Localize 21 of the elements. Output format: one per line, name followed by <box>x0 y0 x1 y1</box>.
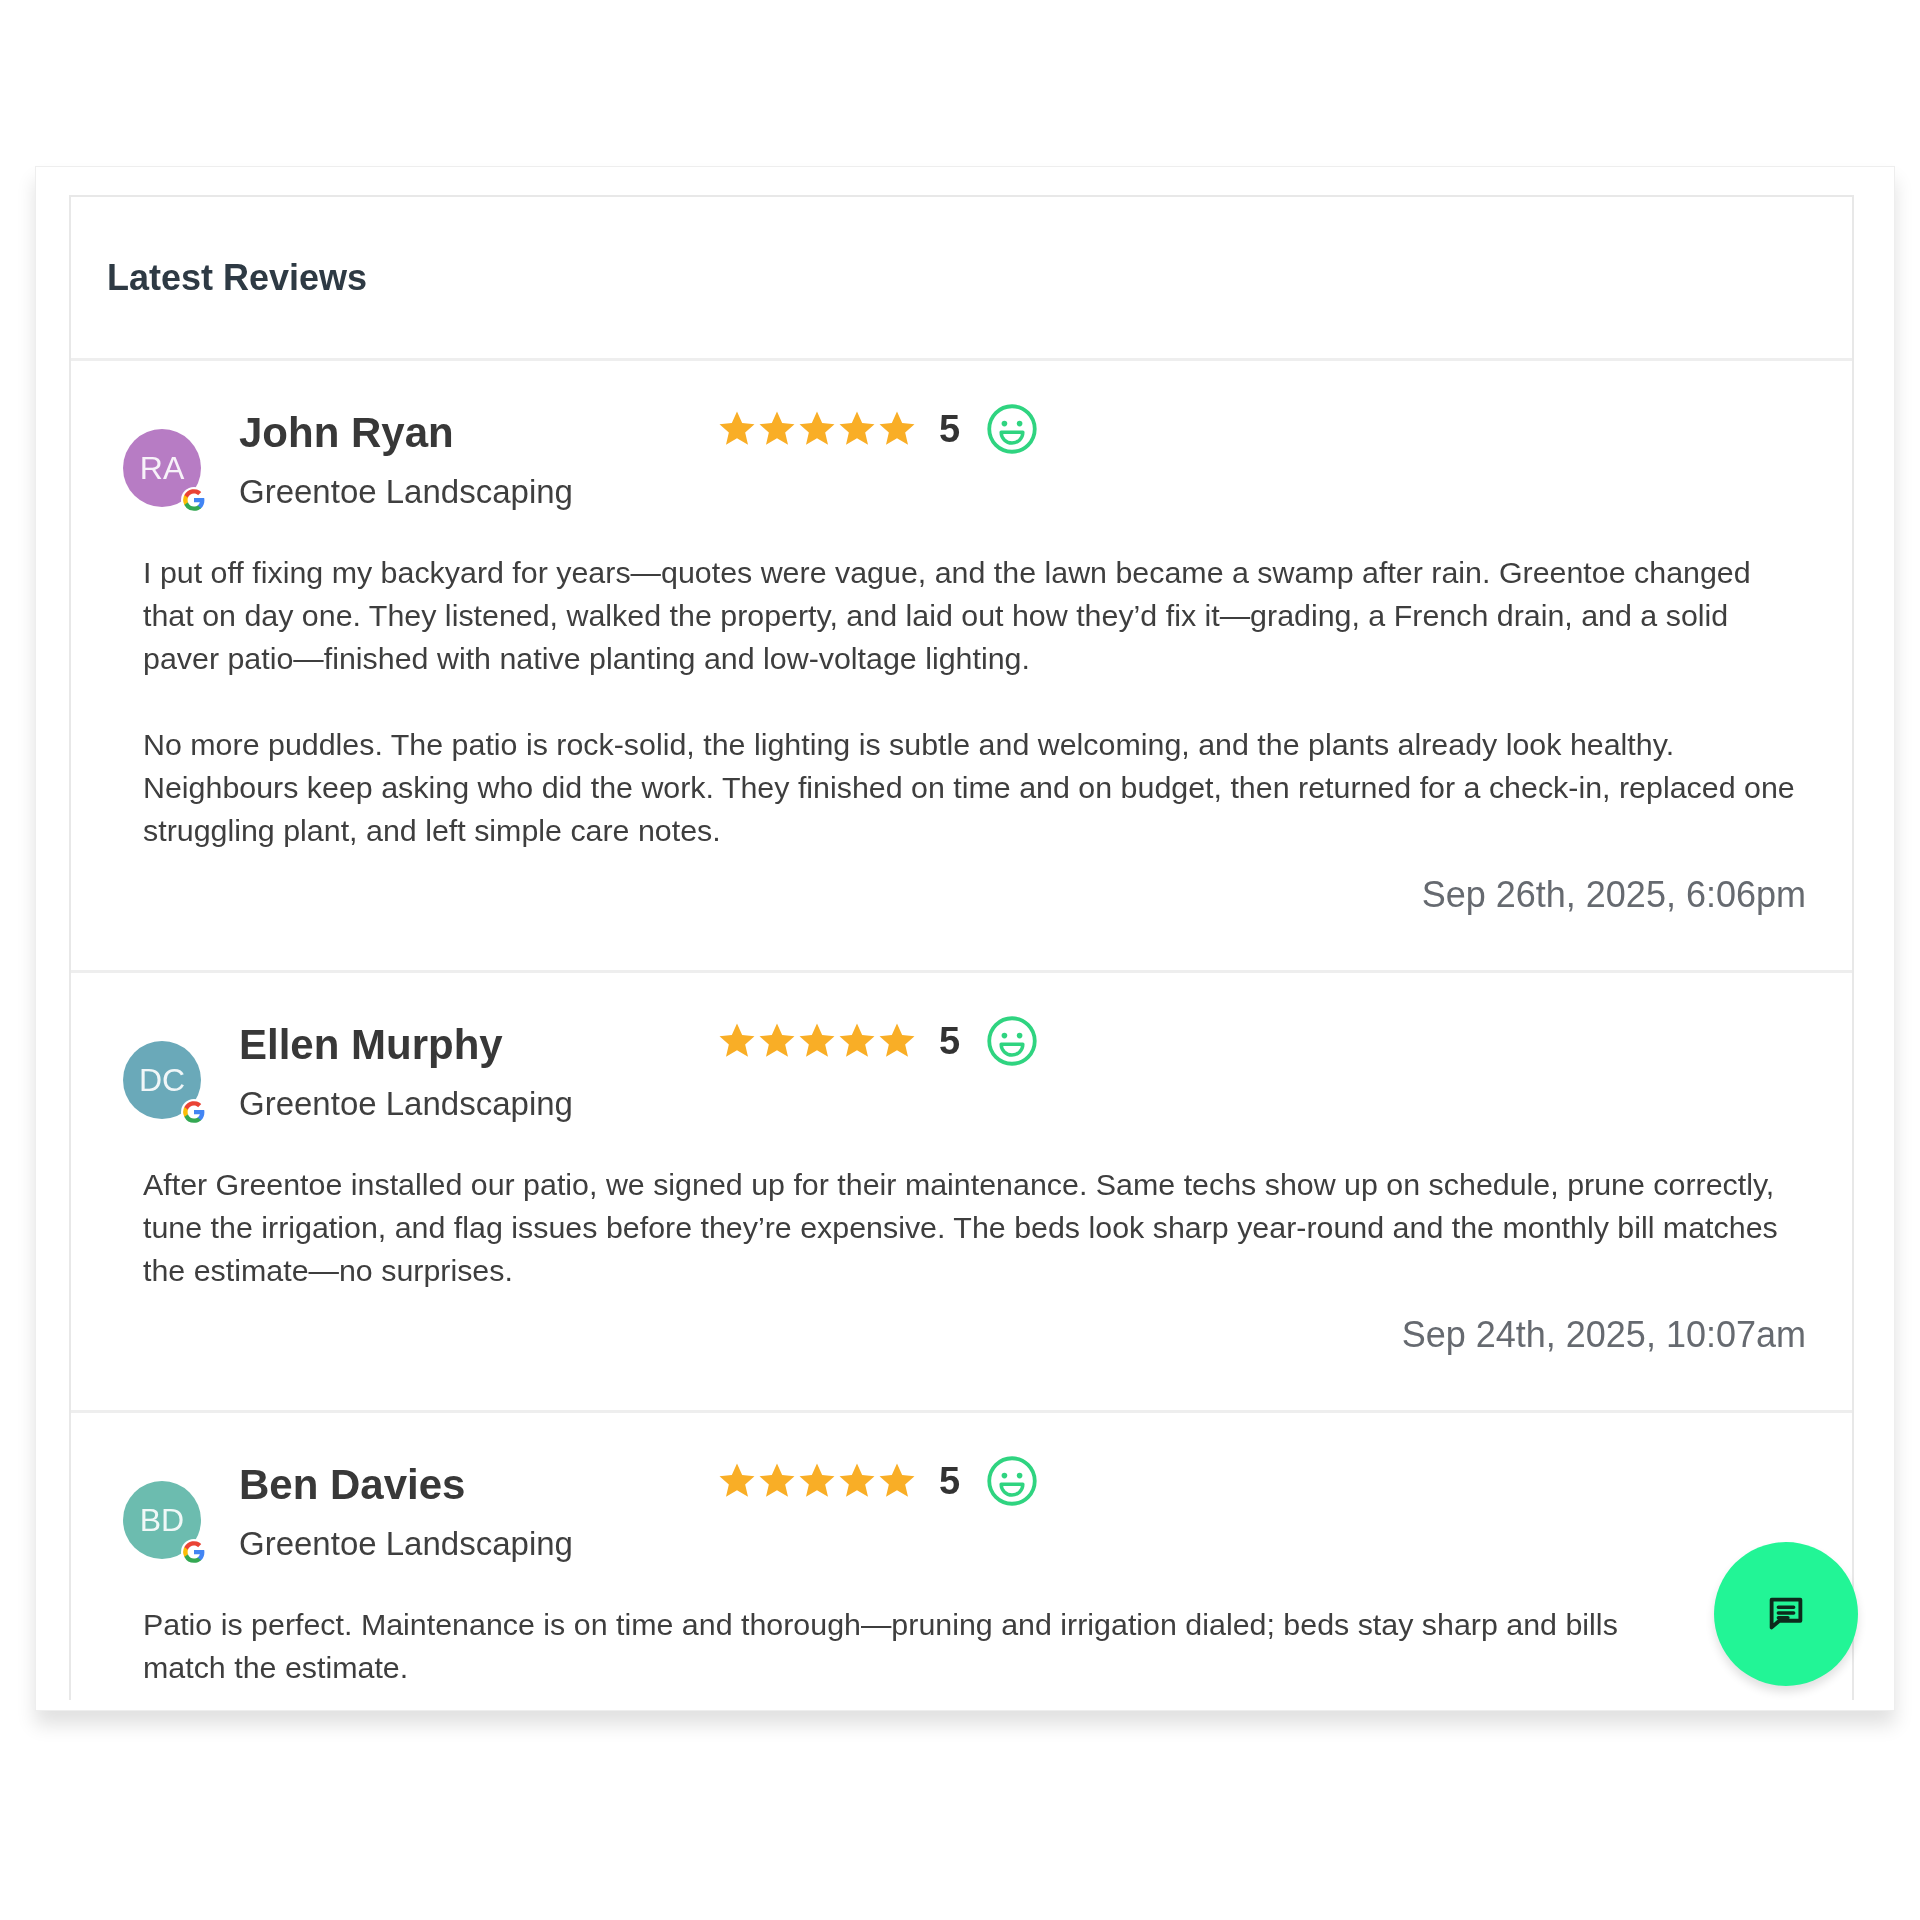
smiley-icon <box>986 403 1039 455</box>
reviewer-name: Ellen Murphy <box>239 1021 504 1069</box>
rating-score: 5 <box>939 1459 961 1503</box>
google-icon <box>181 1539 207 1565</box>
google-icon <box>181 1099 207 1125</box>
review-date: Sep 26th, 2025, 6:06pm <box>1421 874 1806 916</box>
business-name: Greentoe Landscaping <box>239 473 574 511</box>
smiley-icon <box>986 1015 1039 1067</box>
review-text: No more puddles. The patio is rock-solid, the lighting is subtle and welcoming, and the plants already look healthy. Neighbours keep asking who did the work. They finished on time and on budget, then returned for a check-in, replaced one struggling plant, and left simple care notes. <box>143 726 1796 849</box>
review-text: After Greentoe installed our patio, we signed up for their maintenance. Same techs show up on schedule, prune correctly, tune the irrigation, and flag issues before they’re expensive. The beds look sharp year-round and the monthly bill matches the estimate—no surprises. <box>143 1166 1779 1289</box>
smiley-icon <box>986 1455 1039 1507</box>
review-text: Patio is perfect. Maintenance is on time and thorough—pruning and irrigation dialed; beds stay sharp and bills match the estimate. <box>143 1606 1619 1686</box>
rating-score: 5 <box>939 1019 961 1063</box>
business-name: Greentoe Landscaping <box>239 1525 574 1563</box>
business-name: Greentoe Landscaping <box>239 1085 574 1123</box>
review-date: Sep 24th, 2025, 10:07am <box>1401 1314 1806 1356</box>
reviewer-name: John Ryan <box>239 409 455 457</box>
rating-score: 5 <box>939 407 961 451</box>
review-text: I put off fixing my backyard for years—quotes were vague, and the lawn became a swamp after rain. Greentoe changed that on day one. They listened, walked the property, and laid out how they’d fix it—grading, a French drain, and a solid paver patio—finished with native planting and low-voltage lighting. <box>143 554 1752 677</box>
section-title: Latest Reviews <box>107 256 368 299</box>
reviewer-name: Ben Davies <box>239 1461 467 1509</box>
